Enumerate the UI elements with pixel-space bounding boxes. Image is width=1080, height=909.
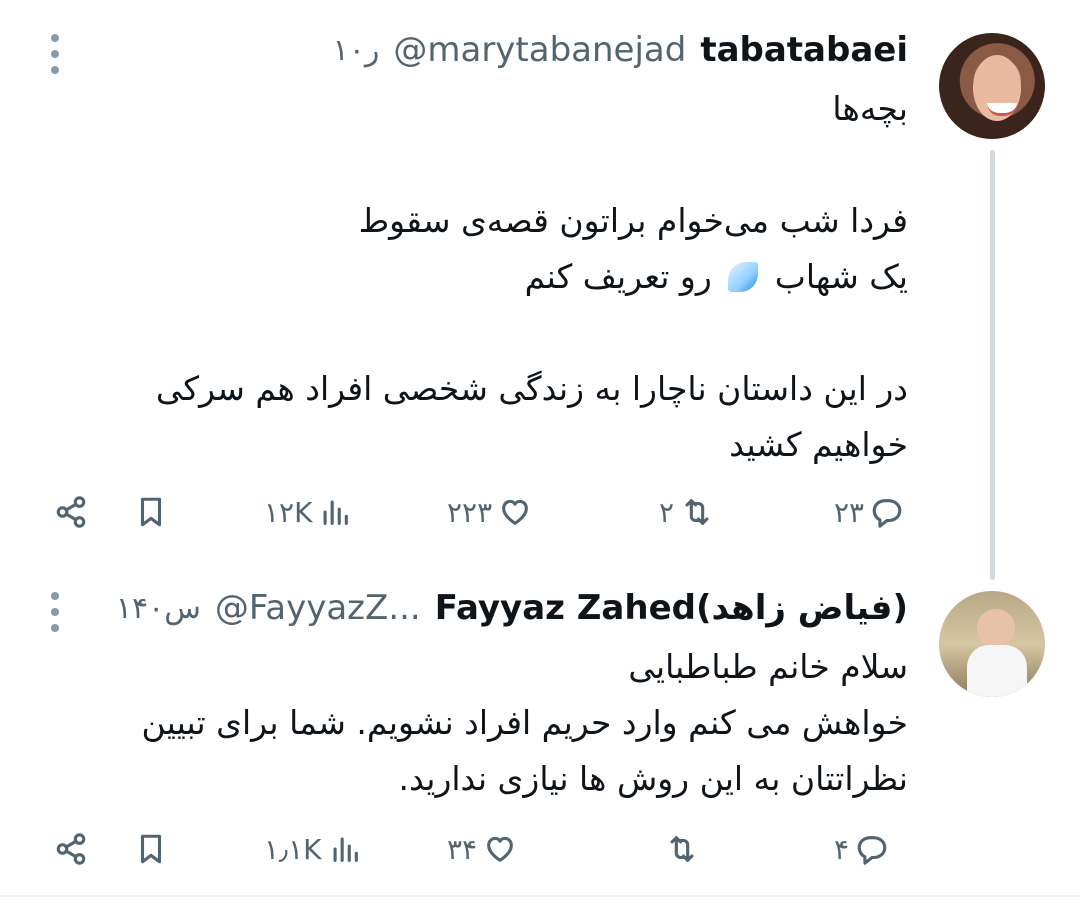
bookmark-button[interactable] xyxy=(134,819,168,879)
tweet-text: سلام خانم طباطبایی خواهش می کنم وارد حری… xyxy=(142,639,908,807)
author-handle[interactable]: @marytabanejad xyxy=(393,30,686,70)
share-icon xyxy=(56,833,86,865)
more-icon[interactable] xyxy=(49,34,61,74)
views-count: ۱۲K xyxy=(264,495,313,529)
avatar-head xyxy=(977,609,1015,647)
tweet-line: بچه‌ها xyxy=(832,89,908,128)
tweet-line-with-emoji: یک شهاب رو تعریف کنم xyxy=(156,249,908,305)
repost-icon xyxy=(670,836,694,862)
tweet-line: در این داستان ناچارا به زندگی شخصی افراد… xyxy=(155,369,908,408)
comet-emoji xyxy=(728,262,759,292)
tweet-line: خواهیم کشید xyxy=(729,425,908,464)
avatar[interactable] xyxy=(939,591,1045,697)
bookmark-button[interactable] xyxy=(134,482,168,542)
tweet-line: فردا شب می‌خوام براتون قصه‌ی سقوط xyxy=(358,201,908,240)
bookmark-icon xyxy=(140,834,162,864)
avatar[interactable] xyxy=(939,33,1045,139)
author-handle[interactable]: @FayyazZ... xyxy=(215,588,421,628)
tweet-line: نظراتتان به این روش ها نیازی ندارید. xyxy=(398,759,908,798)
reply-count: ۴ xyxy=(834,832,850,866)
reply-button[interactable]: ۴ xyxy=(834,819,889,879)
like-button[interactable]: ۳۴ xyxy=(447,819,517,879)
avatar-shirt xyxy=(967,645,1027,697)
tweet-time[interactable]: ۱۰ر xyxy=(333,33,380,68)
tweet-actions: ۴ ۳۴ ۱٫۱K xyxy=(0,819,1080,879)
share-button[interactable] xyxy=(54,482,88,542)
bookmark-icon xyxy=(140,497,162,527)
author-name[interactable]: tabatabaei xyxy=(700,30,908,70)
reply-button[interactable]: ۲۳ xyxy=(834,482,904,542)
like-count: ۲۲۳ xyxy=(447,495,493,529)
tweet-header: tabatabaei @marytabanejad ۱۰ر xyxy=(333,25,908,75)
tweet-header: Fayyaz Zahed(فیاض زاهد) @FayyazZ... ۱۴۰س xyxy=(116,583,908,633)
repost-button[interactable] xyxy=(659,819,699,879)
views-button[interactable]: ۱٫۱K xyxy=(264,819,362,879)
like-icon xyxy=(502,499,529,525)
tweet-line-part: رو تعریف کنم xyxy=(524,257,712,296)
views-icon xyxy=(333,837,358,862)
repost-button[interactable]: ۲ xyxy=(659,482,714,542)
tweet-line-part: یک شهاب xyxy=(774,257,908,296)
views-icon xyxy=(323,500,349,525)
share-icon xyxy=(56,496,86,528)
reply-count: ۲۳ xyxy=(834,495,865,529)
reply-icon xyxy=(857,836,887,865)
reply-icon xyxy=(872,499,902,528)
views-count: ۱٫۱K xyxy=(264,832,322,866)
repost-icon xyxy=(685,499,709,525)
tweet-text: بچه‌ها فردا شب می‌خوام براتون قصه‌ی سقوط… xyxy=(156,81,908,473)
tweet-actions: ۲۳ ۲ ۲۲۳ ۱۲K xyxy=(0,482,1080,542)
tweet-time[interactable]: ۱۴۰س xyxy=(116,591,201,626)
like-icon xyxy=(487,836,513,862)
like-count: ۳۴ xyxy=(447,832,478,866)
repost-count: ۲ xyxy=(659,495,675,529)
views-button[interactable]: ۱۲K xyxy=(264,482,352,542)
share-button[interactable] xyxy=(54,819,88,879)
tweet-line: خواهش می کنم وارد حریم افراد نشویم. شما … xyxy=(141,703,908,742)
like-button[interactable]: ۲۲۳ xyxy=(447,482,532,542)
more-icon[interactable] xyxy=(49,592,61,632)
tweet-line: سلام خانم طباطبایی xyxy=(628,647,908,686)
author-name[interactable]: Fayyaz Zahed(فیاض زاهد) xyxy=(435,588,908,628)
divider xyxy=(0,895,1080,897)
